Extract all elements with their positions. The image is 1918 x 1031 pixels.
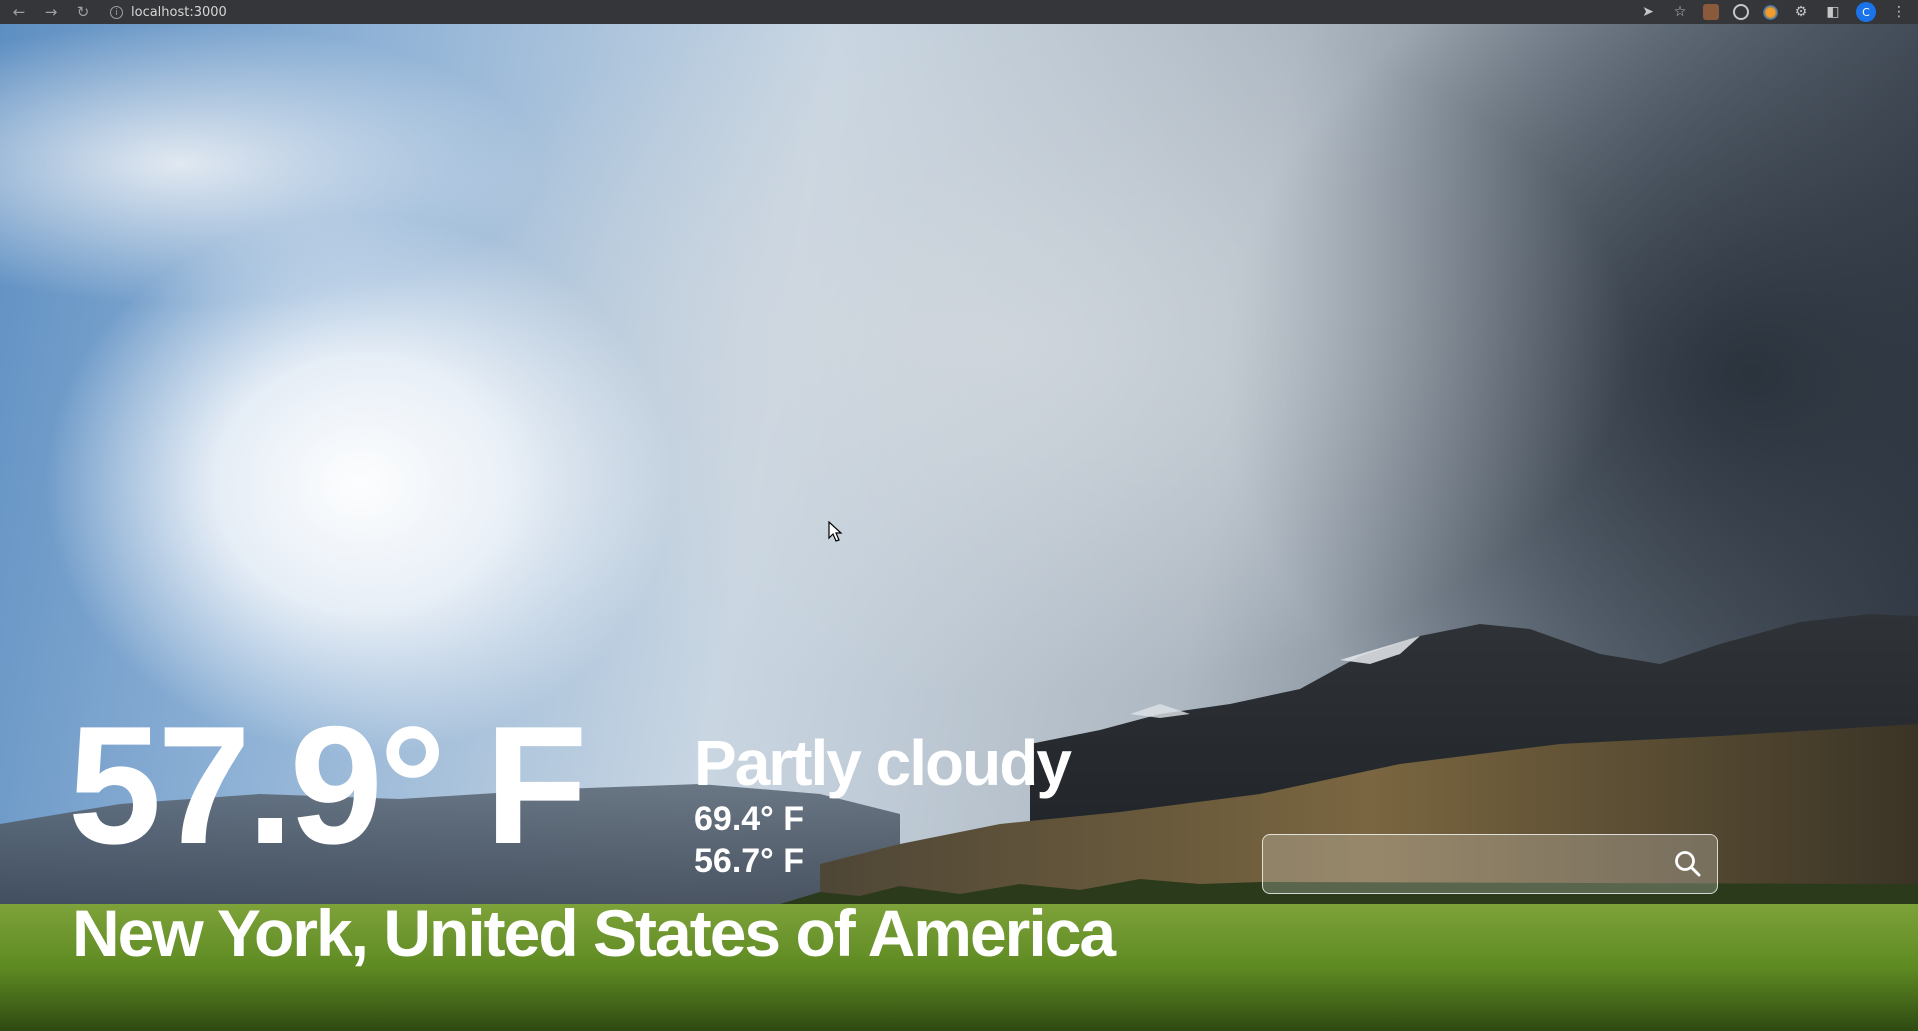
forward-icon[interactable]: → <box>42 3 60 21</box>
search-icon <box>1675 851 1701 877</box>
location-name: New York, United States of America <box>72 896 1116 970</box>
temperature-high: 69.4° F <box>694 800 804 838</box>
extension-icon[interactable] <box>1703 4 1719 20</box>
url-text[interactable]: localhost:3000 <box>131 5 227 20</box>
toolbar-actions: ➤ ☆ ⚙ ◧ C ⋮ <box>1639 2 1908 22</box>
temperature-low: 56.7° F <box>694 842 804 880</box>
puzzle-icon[interactable]: ⚙ <box>1792 3 1810 21</box>
browser-toolbar: ← → ↻ i localhost:3000 ➤ ☆ ⚙ ◧ C ⋮ <box>0 0 1918 24</box>
search-input[interactable] <box>1263 835 1659 893</box>
weather-summary: Partly cloudy 69.4° F 56.7° F <box>694 727 1072 882</box>
mouse-cursor-icon <box>828 521 843 542</box>
address-bar[interactable]: i localhost:3000 <box>110 5 227 20</box>
nav-buttons: ← → ↻ <box>10 3 92 21</box>
info-icon[interactable]: i <box>110 5 123 19</box>
reload-icon[interactable]: ↻ <box>74 3 92 21</box>
send-icon[interactable]: ➤ <box>1639 3 1657 21</box>
extension-icon[interactable] <box>1733 4 1749 20</box>
avatar[interactable]: C <box>1856 2 1876 22</box>
current-temperature: 57.9° F <box>68 691 587 879</box>
sidebar-icon[interactable]: ◧ <box>1824 3 1842 21</box>
back-icon[interactable]: ← <box>10 3 28 21</box>
star-icon[interactable]: ☆ <box>1671 3 1689 21</box>
search-box <box>1262 834 1718 894</box>
menu-icon[interactable]: ⋮ <box>1890 3 1908 21</box>
extension-icon[interactable] <box>1763 4 1778 20</box>
search-button[interactable] <box>1659 835 1717 893</box>
weather-condition: Partly cloudy <box>694 727 1072 799</box>
